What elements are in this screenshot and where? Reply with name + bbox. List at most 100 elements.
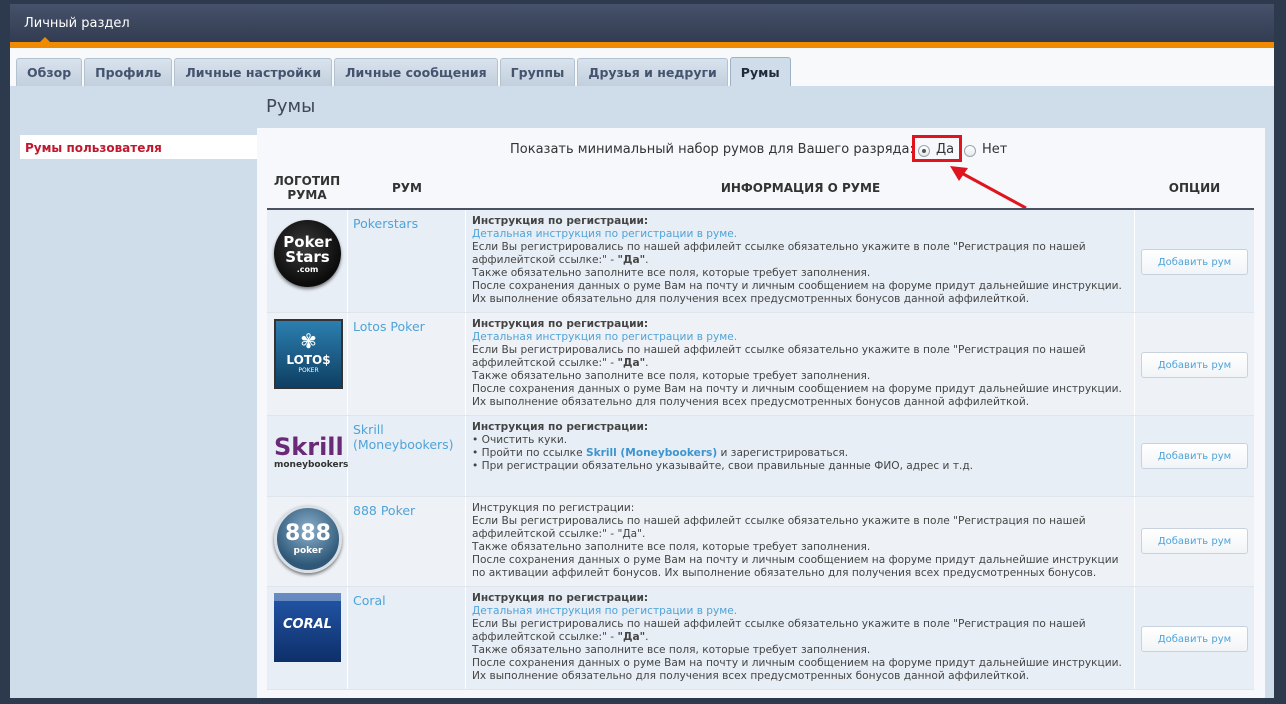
tab-profile[interactable]: Профиль (84, 58, 173, 86)
info-link[interactable]: Детальная инструкция по регистрации в ру… (472, 605, 1134, 618)
info-title: Инструкция по регистрации: (472, 592, 649, 604)
info-text: Если Вы регистрировались по нашей аффиле… (472, 618, 1086, 630)
info-text: аффилейтской ссылке:" - "Да". (472, 631, 649, 643)
info-text: Если Вы регистрировались по нашей аффиле… (472, 515, 1086, 527)
info-bullet: • При регистрации обязательно указывайте… (472, 460, 974, 472)
header-options: ОПЦИИ (1168, 181, 1221, 195)
logo-cell: ✾ LOTO$ POKER (267, 313, 348, 415)
radio-no[interactable] (964, 145, 976, 157)
table-row: CORAL Coral Инструкция по регистрации: Д… (267, 587, 1254, 690)
info-text: Также обязательно заполните все поля, ко… (472, 370, 871, 382)
info-title: Инструкция по регистрации: (472, 318, 649, 330)
sidebar: Румы пользователя (20, 135, 257, 159)
room-link[interactable]: Skrill (Moneybookers) (353, 422, 454, 452)
table-row: ✾ LOTO$ POKER Lotos Poker Инструкция по … (267, 313, 1254, 416)
tab-personal-settings[interactable]: Личные настройки (174, 58, 333, 86)
info-text: Также обязательно заполните все поля, ко… (472, 267, 871, 279)
info-bullet: • Очистить куки. (472, 434, 568, 446)
active-section-pointer (40, 37, 50, 42)
lotos-logo: ✾ LOTO$ POKER (274, 319, 343, 389)
info-title: Инструкция по регистрации: (472, 502, 635, 514)
info-text: аффилейтской ссылке:" - "Да". (472, 357, 649, 369)
header-room: РУМ (392, 181, 422, 195)
room-info: Инструкция по регистрации: Если Вы регис… (466, 497, 1135, 586)
room-info: Инструкция по регистрации: Детальная инс… (466, 587, 1135, 689)
table-row: Poker Stars .com Pokerstars Инструкция п… (267, 210, 1254, 313)
room-info: Инструкция по регистрации: • Очистить ку… (466, 416, 1135, 496)
888-poker-logo: 888 poker (274, 505, 342, 573)
options-cell: Добавить рум (1135, 497, 1254, 586)
info-text: Их выполнение обязательно для получения … (472, 670, 1030, 682)
info-text: Их выполнение обязательно для получения … (472, 396, 1030, 408)
info-text: аффилейтской ссылке:" - "Да". (472, 528, 646, 540)
info-text: Их выполнение обязательно для получения … (472, 293, 1030, 305)
options-cell: Добавить рум (1135, 587, 1254, 689)
room-link[interactable]: Coral (353, 593, 386, 608)
tab-private-messages[interactable]: Личные сообщения (334, 58, 498, 86)
info-text: по активации аффилейт бонусов. Их выполн… (472, 567, 1097, 579)
sidebar-item-user-rooms[interactable]: Румы пользователя (25, 141, 162, 155)
options-cell: Добавить рум (1135, 313, 1254, 415)
info-text-part: аффилейтской ссылке:" - (472, 631, 618, 643)
table-row: Skrill moneybookers Skrill (Moneybookers… (267, 416, 1254, 497)
info-link[interactable]: Детальная инструкция по регистрации в ру… (472, 331, 1134, 344)
add-room-button[interactable]: Добавить рум (1141, 443, 1248, 469)
skrill-signup-link[interactable]: Skrill (Moneybookers) (586, 447, 717, 459)
options-cell: Добавить рум (1135, 210, 1254, 312)
info-text-part: аффилейтской ссылке:" - (472, 357, 618, 369)
info-text: Если Вы регистрировались по нашей аффиле… (472, 344, 1086, 356)
min-set-option: Показать минимальный набор румов для Ваш… (257, 142, 1265, 160)
info-text: Также обязательно заполните все поля, ко… (472, 644, 871, 656)
room-link[interactable]: Pokerstars (353, 216, 418, 231)
header-info: ИНФОРМАЦИЯ О РУМЕ (720, 181, 881, 195)
info-text-bold: "Да" (617, 254, 646, 266)
tab-rooms[interactable]: Румы (729, 57, 791, 86)
info-bullet: • Пройти по ссылке Skrill (Moneybookers)… (472, 447, 849, 459)
info-text: После сохранения данных о руме Вам на по… (472, 657, 1122, 669)
info-text: После сохранения данных о руме Вам на по… (472, 554, 1119, 566)
room-name-cell: 888 Poker (348, 497, 466, 586)
window-title: Личный раздел (24, 16, 130, 31)
room-name-cell: Skrill (Moneybookers) (348, 416, 466, 496)
room-name-cell: Coral (348, 587, 466, 689)
info-text-bold: "Да" (617, 357, 646, 369)
room-info: Инструкция по регистрации: Детальная инс… (466, 210, 1135, 312)
info-bullet-text: и зарегистрироваться. (717, 447, 849, 459)
add-room-button[interactable]: Добавить рум (1141, 528, 1248, 554)
radio-no-label[interactable]: Нет (982, 142, 1007, 157)
tab-overview[interactable]: Обзор (16, 58, 83, 86)
tab-groups[interactable]: Группы (499, 58, 576, 86)
rooms-panel: Показать минимальный набор румов для Ваш… (257, 128, 1265, 698)
add-room-button[interactable]: Добавить рум (1141, 352, 1248, 378)
room-info: Инструкция по регистрации: Детальная инс… (466, 313, 1135, 415)
info-text-bold: "Да" (617, 631, 646, 643)
coral-logo: CORAL (274, 593, 341, 662)
info-bullet-text: Пройти по ссылке (481, 447, 586, 459)
info-bullet-text: При регистрации обязательно указывайте, … (481, 460, 974, 472)
info-text-part: аффилейтской ссылке:" - (472, 254, 618, 266)
min-set-label: Показать минимальный набор румов для Ваш… (510, 142, 914, 157)
pokerstars-logo: Poker Stars .com (274, 220, 341, 287)
tab-bar: Обзор Профиль Личные настройки Личные со… (10, 48, 1274, 86)
title-bar: Личный раздел (10, 4, 1274, 42)
info-text: Если Вы регистрировались по нашей аффиле… (472, 241, 1086, 253)
options-cell: Добавить рум (1135, 416, 1254, 496)
add-room-button[interactable]: Добавить рум (1141, 249, 1248, 275)
info-title: Инструкция по регистрации: (472, 421, 649, 433)
page-title: Румы (266, 96, 316, 117)
info-link[interactable]: Детальная инструкция по регистрации в ру… (472, 228, 1134, 241)
room-link[interactable]: 888 Poker (353, 503, 415, 518)
tab-friends-foes[interactable]: Друзья и недруги (577, 58, 728, 86)
info-text: После сохранения данных о руме Вам на по… (472, 280, 1122, 292)
window: Личный раздел Обзор Профиль Личные настр… (10, 4, 1274, 698)
logo-cell: CORAL (267, 587, 348, 689)
header-logo: ЛОГОТИП РУМА (273, 174, 341, 202)
room-link[interactable]: Lotos Poker (353, 319, 425, 334)
room-name-cell: Lotos Poker (348, 313, 466, 415)
info-title: Инструкция по регистрации: (472, 215, 649, 227)
logo-cell: Poker Stars .com (267, 210, 348, 312)
info-bullet-text: Очистить куки. (481, 434, 568, 446)
info-text: Также обязательно заполните все поля, ко… (472, 541, 871, 553)
add-room-button[interactable]: Добавить рум (1141, 626, 1248, 652)
info-text: аффилейтской ссылке:" - "Да". (472, 254, 649, 266)
